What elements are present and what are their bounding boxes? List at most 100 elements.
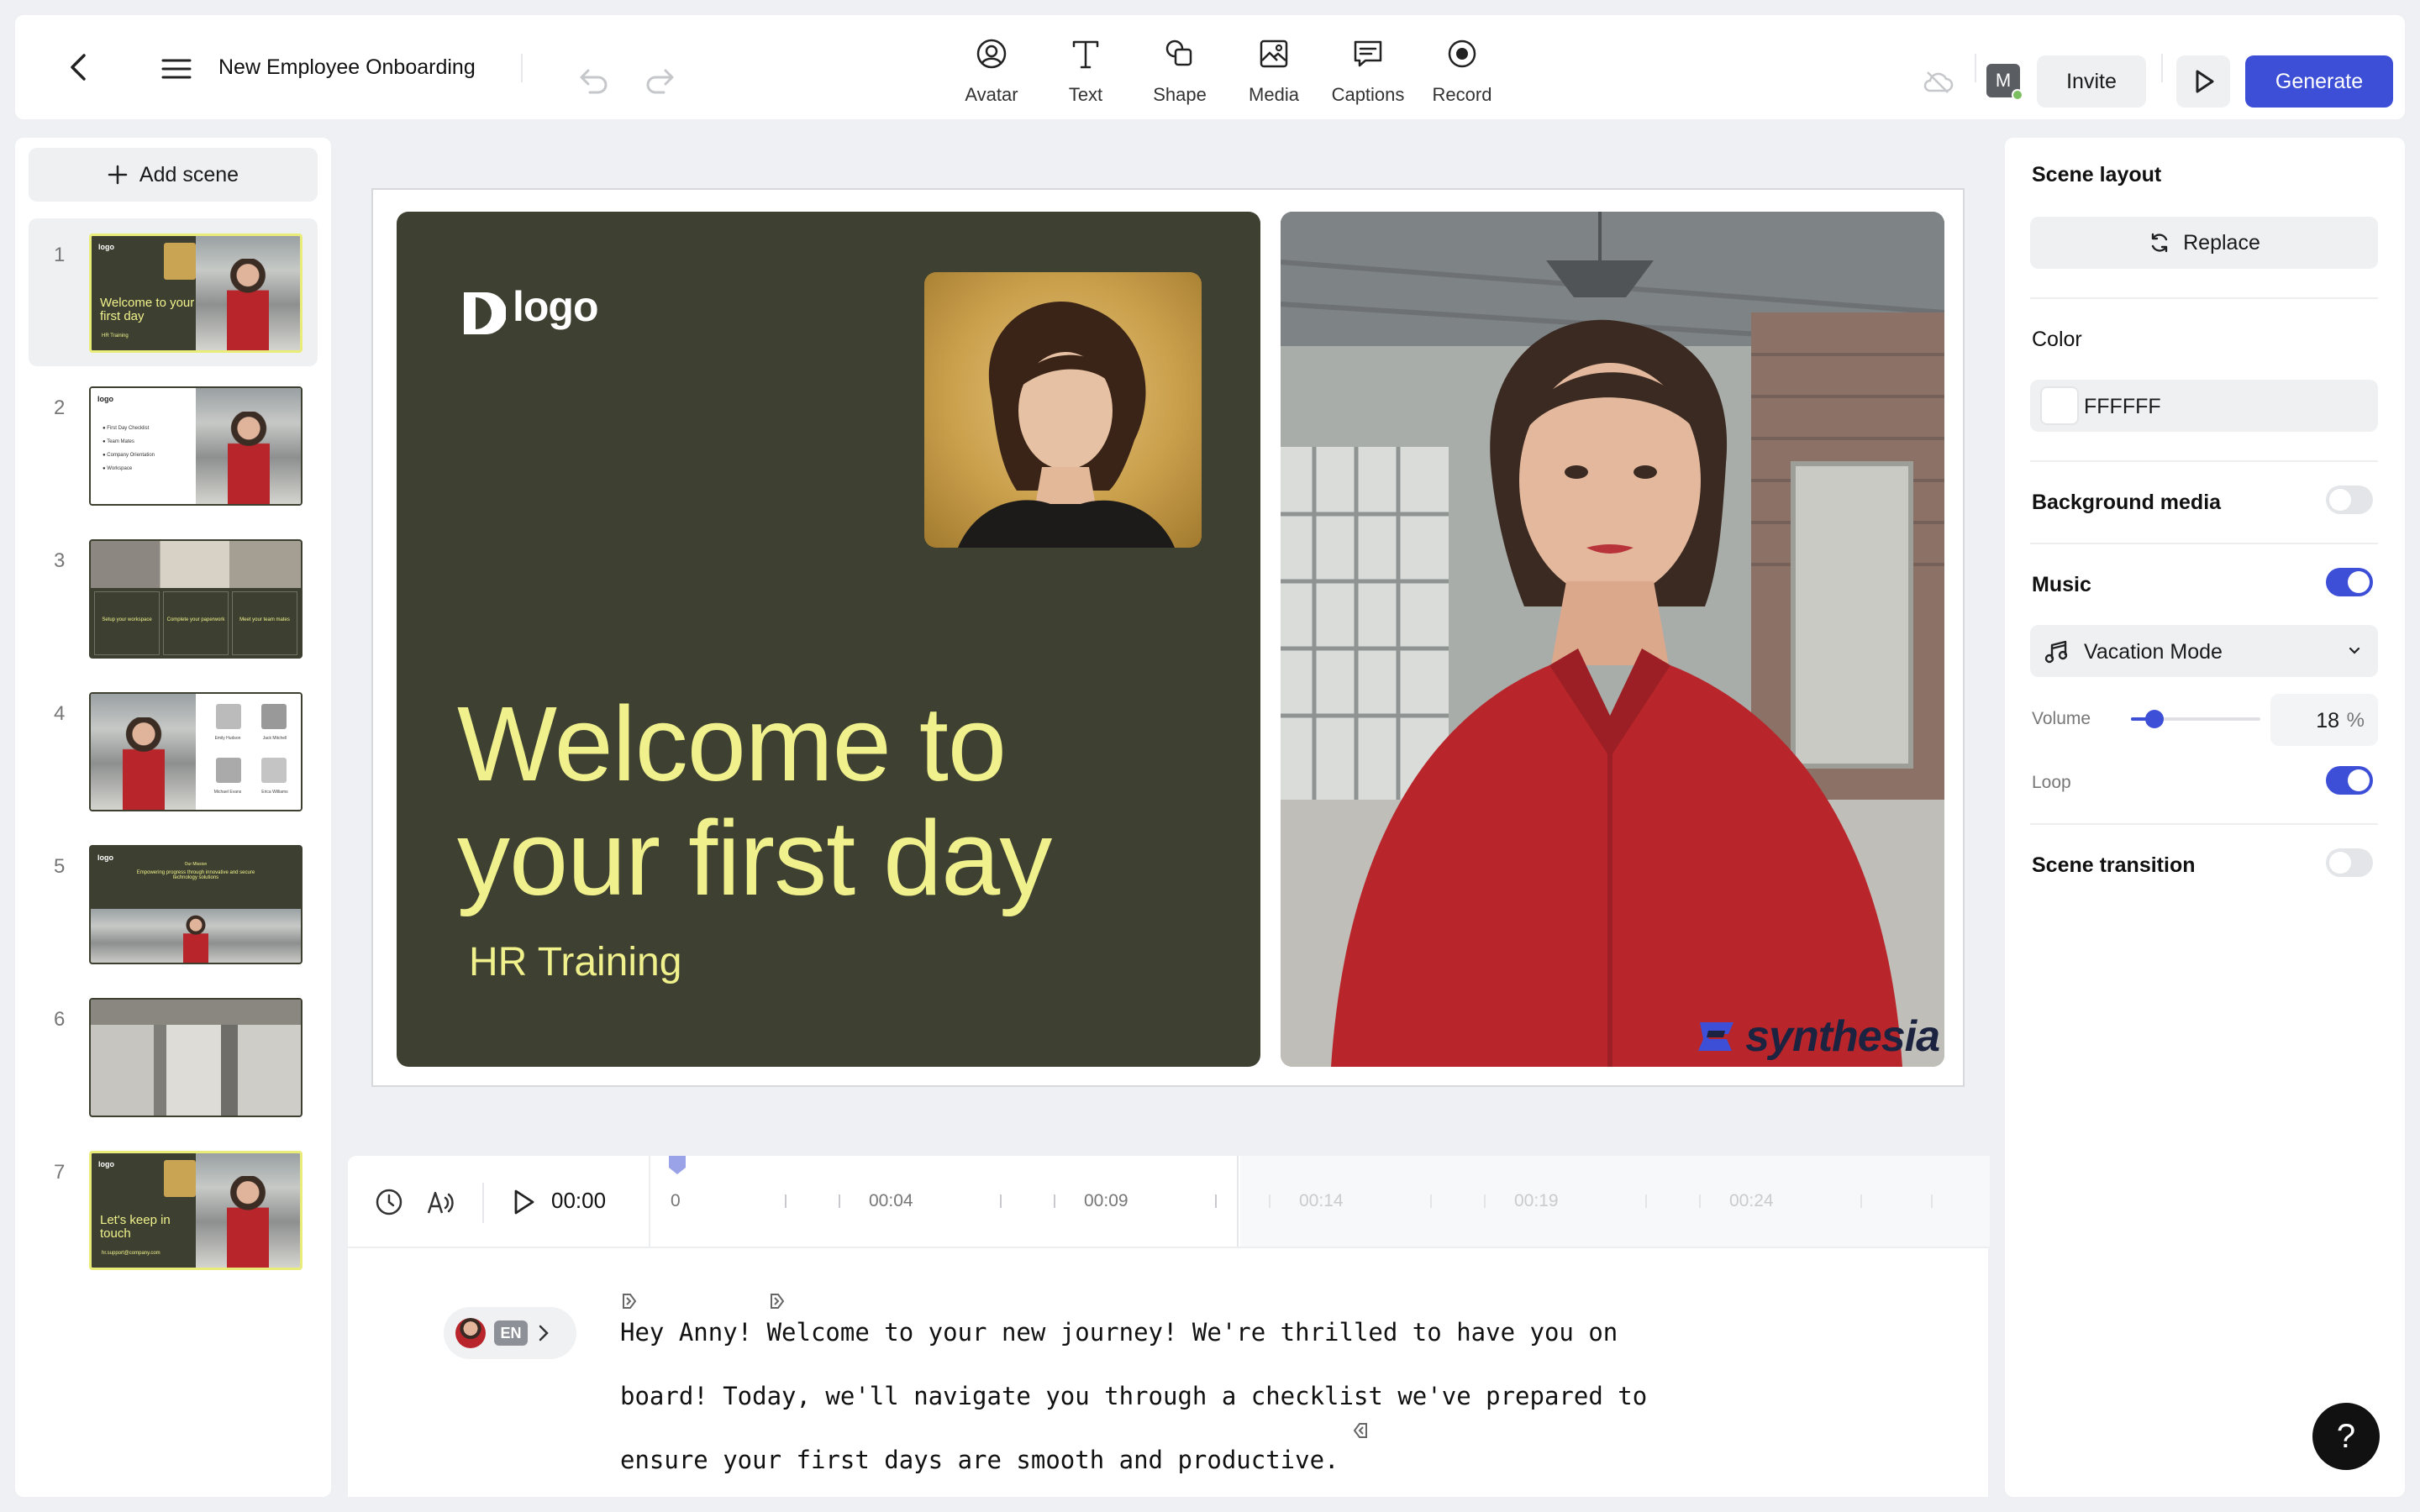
scene-thumbnail-7[interactable]: 7 logo Let's keep in touch hr.support@co… bbox=[29, 1136, 318, 1284]
portrait-illustration bbox=[958, 301, 1175, 548]
project-title[interactable]: New Employee Onboarding bbox=[218, 15, 476, 119]
back-arrow-icon[interactable] bbox=[62, 50, 96, 84]
mini-photo-strip bbox=[91, 541, 301, 588]
tool-record[interactable]: Record bbox=[1415, 32, 1509, 108]
scene-canvas[interactable]: logo Welcome to your first day HR Traini… bbox=[371, 188, 1965, 1087]
tool-shape[interactable]: Shape bbox=[1133, 32, 1227, 108]
mini-team-name: Erica Williams bbox=[261, 790, 288, 795]
logo-text[interactable]: logo bbox=[513, 282, 599, 331]
scene-transition-toggle[interactable] bbox=[2326, 848, 2373, 877]
scene-thumbnail-3[interactable]: 3 Setup your workspace Complete your pap… bbox=[29, 524, 318, 672]
timeline-divider bbox=[482, 1183, 484, 1223]
headline-text: Welcome to your first day bbox=[457, 685, 1052, 917]
color-hex-value: FFFFFF bbox=[2084, 395, 2161, 418]
tool-captions[interactable]: Captions bbox=[1321, 32, 1415, 108]
mini-portrait bbox=[164, 243, 196, 280]
user-avatar[interactable]: M bbox=[1986, 64, 2023, 101]
toggle-knob bbox=[2329, 489, 2351, 511]
tool-text[interactable]: Text bbox=[1039, 32, 1133, 108]
background-media-toggle[interactable] bbox=[2326, 486, 2373, 514]
mini-team-photo bbox=[261, 758, 287, 783]
timeline-track[interactable]: 0 00:04 00:09 00:14 00:19 00:24 bbox=[649, 1154, 1990, 1248]
timeline-tick bbox=[1000, 1194, 1002, 1208]
volume-input[interactable]: 18 % bbox=[2270, 694, 2378, 746]
mini-title: Let's keep in touch bbox=[100, 1213, 171, 1241]
title-slide-panel[interactable]: logo Welcome to your first day HR Traini… bbox=[397, 212, 1260, 1067]
scene-number: 7 bbox=[54, 1161, 66, 1184]
scene-avatar-half bbox=[196, 1153, 300, 1268]
color-picker-field[interactable]: FFFFFF bbox=[2030, 380, 2378, 432]
scene-list-panel: Add scene 1 logo Welcome to your first d… bbox=[15, 138, 331, 1497]
slide-headline[interactable]: Welcome to your first day bbox=[457, 687, 1146, 916]
tool-media[interactable]: Media bbox=[1227, 32, 1321, 108]
toolbar-divider bbox=[521, 54, 523, 82]
timeline-label: 00:19 bbox=[1514, 1191, 1559, 1210]
tool-avatar[interactable]: Avatar bbox=[944, 32, 1039, 108]
chevron-down-icon bbox=[2349, 647, 2360, 654]
scene-thumbnail-1[interactable]: 1 logo Welcome to your first day HR Trai… bbox=[29, 218, 318, 366]
music-track-dropdown[interactable]: Vacation Mode bbox=[2030, 625, 2378, 677]
redo-icon[interactable] bbox=[644, 66, 677, 96]
undo-icon[interactable] bbox=[576, 66, 610, 96]
mini-team-name: Michael Evans bbox=[213, 790, 242, 795]
help-button[interactable]: ? bbox=[2312, 1403, 2380, 1470]
scene-transition-label: Scene transition bbox=[2032, 853, 2196, 877]
timeline-tick bbox=[1430, 1194, 1432, 1208]
scene-preview: logo Our Mission Empowering progress thr… bbox=[89, 845, 302, 964]
hamburger-menu-icon[interactable] bbox=[160, 57, 193, 81]
logo-mark-icon bbox=[464, 292, 506, 334]
timeline-play-icon[interactable] bbox=[511, 1188, 536, 1216]
script-text[interactable]: Hey Anny! Welcome to your new journey! W… bbox=[620, 1300, 1712, 1492]
mini-checklist-item: ● Company Orientation bbox=[103, 453, 155, 458]
mini-checklist: ● First Day Checklist ● Team Mates ● Com… bbox=[103, 422, 155, 475]
scene-slide-left: logo Let's keep in touch hr.support@comp… bbox=[92, 1153, 196, 1268]
scene-thumbnail-5[interactable]: 5 logo Our Mission Empowering progress t… bbox=[29, 830, 318, 978]
section-divider bbox=[2030, 297, 2378, 299]
timeline-label: 0 bbox=[671, 1191, 681, 1210]
voice-settings-icon[interactable] bbox=[425, 1188, 455, 1216]
mini-eyebrow: Our Mission bbox=[184, 862, 208, 867]
preview-play-button[interactable] bbox=[2176, 55, 2230, 108]
play-icon bbox=[2196, 70, 2214, 93]
avatar-video-panel[interactable]: synthesia bbox=[1281, 212, 1944, 1067]
mini-team-name: Emily Hudson bbox=[214, 736, 241, 741]
volume-value: 18 bbox=[2316, 709, 2339, 732]
scene-number: 3 bbox=[54, 549, 66, 572]
synthesia-logo-icon bbox=[1698, 1022, 1734, 1051]
scene-avatar-half bbox=[196, 236, 300, 350]
mini-mission: Empowering progress through innovative a… bbox=[136, 870, 255, 880]
portrait-image[interactable] bbox=[924, 272, 1202, 548]
volume-label: Volume bbox=[2032, 709, 2091, 728]
invite-button[interactable]: Invite bbox=[2037, 55, 2146, 108]
add-scene-button[interactable]: Add scene bbox=[29, 148, 318, 202]
loop-toggle[interactable] bbox=[2326, 766, 2373, 795]
slide-subheadline[interactable]: HR Training bbox=[469, 939, 681, 985]
replace-layout-button[interactable]: Replace bbox=[2030, 217, 2378, 269]
mini-logo: logo bbox=[97, 395, 113, 403]
mini-avatar bbox=[227, 1176, 269, 1268]
timeline-tick bbox=[1860, 1194, 1862, 1208]
voice-selector[interactable]: EN bbox=[444, 1307, 576, 1359]
scene-avatar-half bbox=[196, 388, 301, 504]
scene-thumbnail-2[interactable]: 2 logo ● First Day Checklist ● Team Mate… bbox=[29, 371, 318, 519]
timeline-label: 00:24 bbox=[1729, 1191, 1774, 1210]
scene-avatar-half bbox=[91, 694, 196, 810]
scene-thumbnail-4[interactable]: 4 Emily Hudson Jack Mitchell Michael Eva… bbox=[29, 677, 318, 825]
timeline-tick bbox=[1645, 1194, 1647, 1208]
cloud-sync-icon bbox=[1923, 71, 1954, 93]
color-swatch[interactable] bbox=[2040, 386, 2079, 425]
scene-thumbnail-6[interactable]: 6 bbox=[29, 983, 318, 1131]
generate-button[interactable]: Generate bbox=[2245, 55, 2393, 108]
mini-checklist-item: ● Team Mates bbox=[103, 439, 134, 444]
scene-duration-region[interactable] bbox=[650, 1156, 1239, 1247]
music-toggle[interactable] bbox=[2326, 568, 2373, 596]
scene-slide-left: logo Welcome to your first day HR Traini… bbox=[92, 236, 196, 350]
clock-icon[interactable] bbox=[375, 1188, 403, 1216]
volume-slider-handle[interactable] bbox=[2145, 710, 2164, 728]
checklist-text: Team Mates bbox=[107, 439, 134, 444]
tool-label: Avatar bbox=[965, 84, 1018, 105]
playhead-marker[interactable] bbox=[667, 1154, 687, 1176]
volume-slider[interactable] bbox=[2131, 710, 2260, 728]
toggle-knob bbox=[2348, 769, 2370, 791]
checklist-text: Workspace bbox=[107, 466, 133, 471]
